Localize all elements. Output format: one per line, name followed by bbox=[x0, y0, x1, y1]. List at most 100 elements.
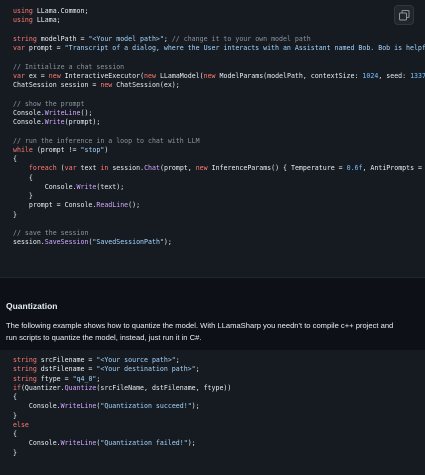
code-line: } bbox=[13, 211, 425, 220]
description-line: The following example shows how to quant… bbox=[6, 321, 394, 330]
code-token: 1024 bbox=[362, 71, 379, 80]
code-token: var bbox=[13, 44, 25, 52]
code-line: } bbox=[13, 449, 425, 458]
code-token: srcFilename = bbox=[36, 356, 97, 364]
code-token: // run the inference in a loop to chat w… bbox=[13, 136, 200, 145]
code-token: Write bbox=[76, 182, 97, 191]
code-block-chat-example: using LLama.Common; using LLama; string mo… bbox=[0, 0, 425, 278]
code-token: else bbox=[13, 420, 29, 429]
code-token: SaveSession bbox=[44, 238, 89, 247]
code-token: 1337 bbox=[410, 71, 425, 80]
code-line: { bbox=[13, 393, 425, 402]
code-token: new bbox=[144, 71, 156, 80]
code-token: InferenceParams() { Temperature = bbox=[207, 164, 347, 173]
code-token: ) bbox=[104, 145, 109, 154]
code-token: "<Your destination path>" bbox=[96, 365, 196, 374]
code-token: ); bbox=[191, 402, 200, 411]
code-token: ex = bbox=[24, 71, 49, 80]
code-token: WriteLine bbox=[60, 402, 97, 411]
code-line: session.SaveSession("SavedSessionPath"); bbox=[13, 238, 425, 247]
code-token: } bbox=[13, 210, 17, 219]
code-token: new bbox=[195, 164, 208, 173]
copy-icon bbox=[399, 10, 410, 21]
code-token: (text); bbox=[96, 182, 125, 191]
code-line: Console.Write(text); bbox=[13, 183, 425, 192]
code-token: foreach bbox=[28, 164, 57, 173]
code-line: // save the session bbox=[13, 229, 425, 238]
code-line: Console.WriteLine(); bbox=[13, 109, 425, 118]
code-line: string dstFilename = "<Your destination … bbox=[13, 365, 425, 374]
code-line: if(Quantizer.Quantize(srcFileName, dstFi… bbox=[13, 384, 425, 393]
code-token: dstFilename = bbox=[36, 365, 97, 374]
code-token: LLama; bbox=[32, 16, 61, 25]
code-token: var bbox=[13, 71, 25, 80]
code-token: (prompt); bbox=[64, 118, 101, 126]
code-token: (prompt != bbox=[32, 145, 81, 154]
code-content: using LLama.Common; using LLama; string mo… bbox=[13, 7, 425, 248]
code-line: var ex = new InteractiveExecutor(new LLa… bbox=[13, 72, 425, 81]
code-line: } bbox=[13, 412, 425, 421]
code-token: } bbox=[13, 448, 17, 457]
code-token: , AntiPrompts = bbox=[362, 164, 425, 173]
code-token: "<Your model path>" bbox=[88, 34, 164, 43]
code-line: string ftype = "q4_0"; bbox=[13, 375, 425, 384]
section-heading-quantization: Quantization bbox=[6, 301, 58, 311]
code-token: // change it to your own model path bbox=[171, 34, 311, 43]
code-token: // show the prompt bbox=[13, 99, 85, 108]
section-description: The following example shows how to quant… bbox=[6, 320, 421, 344]
code-token: } bbox=[13, 411, 17, 420]
code-token: , seed: bbox=[378, 71, 411, 80]
code-token: // save the session bbox=[13, 229, 89, 237]
code-token: prompt = Console. bbox=[13, 201, 97, 210]
code-token: modelPath = bbox=[36, 34, 89, 43]
code-token: // Initialize a chat session bbox=[13, 62, 125, 71]
code-token: var bbox=[64, 164, 77, 173]
code-line: } bbox=[13, 192, 425, 201]
code-line: string modelPath = "<Your model path>"; … bbox=[13, 35, 425, 44]
code-token: { bbox=[13, 155, 17, 163]
code-token: ChatSession(ex); bbox=[112, 81, 180, 89]
code-token: Console. bbox=[13, 182, 77, 191]
code-token: "<Your source path>" bbox=[96, 356, 176, 364]
code-token: { bbox=[13, 430, 17, 438]
code-token: (srcFileName, dstFilename, ftype)) bbox=[96, 383, 232, 392]
code-token: Quantize bbox=[64, 383, 97, 392]
code-token: string bbox=[13, 365, 37, 374]
code-token: "SavedSessionPath" bbox=[92, 238, 164, 247]
code-line: prompt = Console.ReadLine(); bbox=[13, 201, 425, 210]
code-token: "Quantization failed!" bbox=[100, 439, 188, 448]
code-token: new bbox=[48, 71, 61, 80]
code-token: ( bbox=[56, 164, 65, 173]
code-token: ; bbox=[175, 356, 180, 364]
code-token: ReadLine bbox=[96, 201, 129, 210]
code-line: { bbox=[13, 174, 425, 183]
code-token: string bbox=[13, 356, 37, 364]
code-token: ftype = bbox=[36, 374, 73, 383]
code-token: (prompt, bbox=[159, 164, 196, 173]
code-token: text bbox=[76, 164, 101, 173]
code-line: using LLama; bbox=[13, 16, 425, 25]
code-token: { bbox=[13, 173, 33, 182]
code-block-quantize-example: string srcFilename = "<Your source path>… bbox=[0, 350, 425, 475]
code-token: } bbox=[13, 192, 33, 200]
code-token: new bbox=[203, 71, 216, 80]
code-token: Write bbox=[44, 118, 65, 126]
code-token: "Quantization succeed!" bbox=[100, 402, 192, 411]
copy-code-button[interactable] bbox=[394, 5, 414, 25]
code-line: { bbox=[13, 155, 425, 164]
description-line: run scripts to quantize the model, inste… bbox=[6, 333, 202, 342]
code-token: if bbox=[13, 383, 21, 392]
code-line: Console.WriteLine("Quantization failed!"… bbox=[13, 439, 425, 448]
code-line: // show the prompt bbox=[13, 100, 425, 109]
code-token: ; bbox=[163, 34, 172, 43]
code-line: ChatSession session = new ChatSession(ex… bbox=[13, 81, 425, 90]
code-line: // Initialize a chat session bbox=[13, 63, 425, 72]
code-token: (); bbox=[128, 201, 141, 210]
code-token: WriteLine bbox=[60, 439, 97, 448]
code-token: "stop" bbox=[80, 145, 105, 154]
code-line: else bbox=[13, 421, 425, 430]
